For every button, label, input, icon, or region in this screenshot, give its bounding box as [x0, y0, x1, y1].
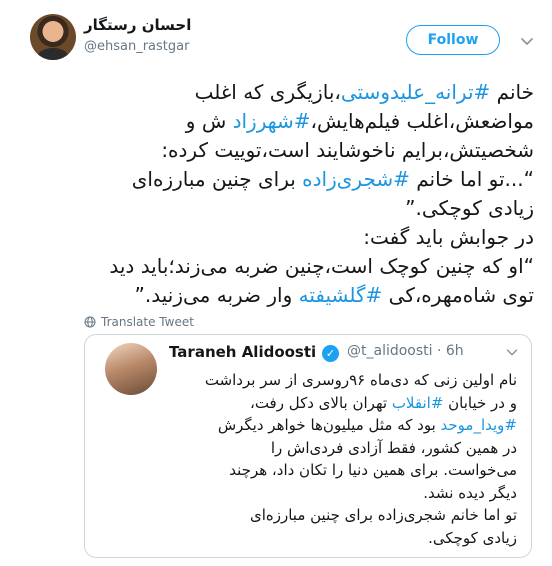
- follow-button[interactable]: Follow: [406, 25, 500, 55]
- hashtag-link[interactable]: #گلشیفته: [299, 283, 383, 307]
- quote-line: در همین کشور، فقط آزادی فردی‌اش را: [105, 437, 517, 460]
- hashtag-link[interactable]: #ویدا_موحد: [441, 416, 517, 434]
- hashtag-link[interactable]: #ترانه_علیدوستی: [341, 80, 490, 104]
- hashtag-link[interactable]: #شجری‌زاده: [302, 167, 410, 191]
- quoted-author-handle: @t_alidoosti · 6h: [347, 343, 464, 359]
- text-segment: ش و: [185, 109, 233, 133]
- verified-badge-icon: ✓: [322, 345, 339, 362]
- text-segment: در همین کشور، فقط آزادی فردی‌اش را: [270, 438, 517, 457]
- text-segment: توی شاه‌مهره،کی: [382, 283, 534, 307]
- text-segment: تهران بالای دکل رفت،: [249, 393, 392, 412]
- text-segment: “...تو اما خانم: [409, 167, 534, 191]
- quote-line: #ویدا_موحد بود که مثل میلیون‌ها خواهر دی…: [105, 414, 517, 437]
- text-segment: می‌خواست. برای همین دنیا را تکان داد، هر…: [229, 461, 517, 479]
- tweet-line: “...تو اما خانم #شجری‌زاده برای چنین مبا…: [52, 165, 534, 194]
- tweet-line: توی شاه‌مهره،کی #گلشیفته وار ضربه می‌زنی…: [52, 281, 534, 310]
- text-segment: بود که مثل میلیون‌ها خواهر دیگرش: [217, 416, 441, 434]
- globe-icon: [84, 316, 96, 328]
- chevron-down-icon[interactable]: [505, 345, 519, 359]
- quote-line: دیگر دیده نشد.: [105, 482, 517, 505]
- tweet-line: شخصیتش،برایم ناخوشایند است،توییت کرده:: [52, 136, 534, 165]
- text-segment: و در خیابان: [443, 393, 517, 412]
- text-segment: خانم: [490, 80, 534, 104]
- quote-line: تو اما خانم شجری‌زاده برای چنین مبارزه‌ا…: [105, 504, 517, 527]
- text-segment: زیادی کوچکی.”: [405, 196, 534, 220]
- hashtag-link[interactable]: #شهرزاد: [233, 109, 311, 133]
- tweet-line: در جوابش باید گفت:: [52, 223, 534, 252]
- text-segment: برای چنین مبارزه‌ای: [131, 167, 303, 191]
- quote-line: نام اولین زنی که دی‌ماه ۹۶روسری از سر بر…: [105, 369, 517, 392]
- translate-tweet-link[interactable]: Translate Tweet: [84, 315, 194, 329]
- text-segment: نام اولین زنی که دی‌ماه ۹۶روسری از سر بر…: [204, 371, 517, 389]
- text-segment: دیگر دیده نشد.: [423, 483, 517, 502]
- quoted-tweet[interactable]: Taraneh Alidoosti ✓ @t_alidoosti · 6h نا…: [84, 334, 532, 558]
- tweet-header: احسان رستگار @ehsan_rastgar Follow: [0, 0, 552, 68]
- text-segment: “او که چنین کوچک است،چنین ضربه می‌زند؛با…: [109, 254, 534, 278]
- text-segment: تو اما خانم شجری‌زاده برای چنین مبارزه‌ا…: [249, 506, 517, 524]
- text-segment: زیادی کوچکی.: [428, 528, 517, 547]
- text-segment: ،بازیگری که اغلب: [194, 80, 341, 104]
- avatar[interactable]: [30, 14, 76, 60]
- text-segment: شخصیتش،برایم ناخوشایند است،توییت کرده:: [161, 138, 534, 162]
- author-handle[interactable]: @ehsan_rastgar: [84, 39, 189, 54]
- tweet-line: مواضعش،اغلب فیلم‌هایش،#شهرزاد ش و: [52, 107, 534, 136]
- quote-line: زیادی کوچکی.: [105, 527, 517, 550]
- author-name[interactable]: احسان رستگار: [84, 16, 191, 34]
- tweet-line: “او که چنین کوچک است،چنین ضربه می‌زند؛با…: [52, 252, 534, 281]
- text-segment: وار ضربه می‌زنید.”: [134, 283, 299, 307]
- quoted-tweet-text: نام اولین زنی که دی‌ماه ۹۶روسری از سر بر…: [105, 369, 517, 549]
- text-segment: مواضعش،اغلب فیلم‌هایش،: [310, 109, 534, 133]
- translate-label: Translate Tweet: [101, 315, 194, 329]
- tweet-line: خانم #ترانه_علیدوستی،بازیگری که اغلب: [52, 78, 534, 107]
- quoted-author-name[interactable]: Taraneh Alidoosti: [169, 343, 316, 361]
- quote-line: و در خیابان #انقلاب تهران بالای دکل رفت،: [105, 392, 517, 415]
- tweet-text: خانم #ترانه_علیدوستی،بازیگری که اغلب مواض…: [52, 78, 534, 310]
- quote-line: می‌خواست. برای همین دنیا را تکان داد، هر…: [105, 459, 517, 482]
- text-segment: در جوابش باید گفت:: [363, 225, 534, 249]
- tweet-line: زیادی کوچکی.”: [52, 194, 534, 223]
- hashtag-link[interactable]: #انقلاب: [392, 394, 444, 412]
- chevron-down-icon[interactable]: [519, 33, 535, 49]
